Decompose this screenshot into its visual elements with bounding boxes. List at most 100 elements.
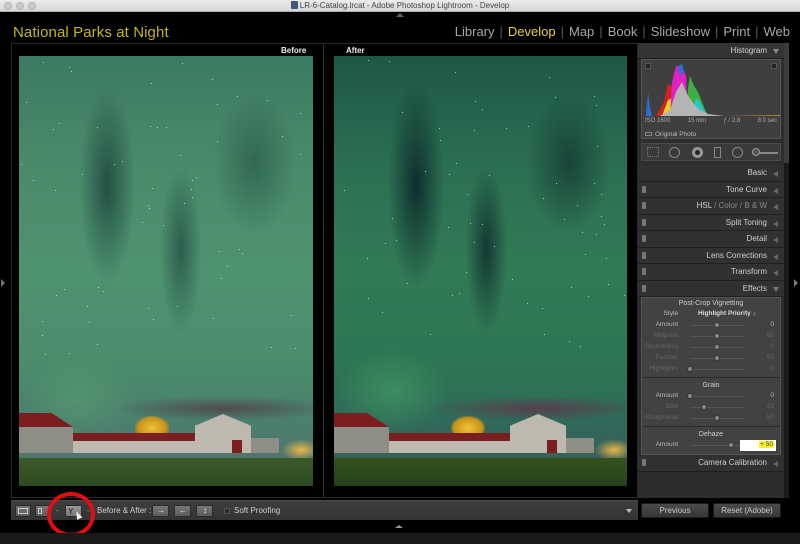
style-dropdown[interactable]: Highlight Priority ↕	[698, 310, 756, 317]
tab-hsl[interactable]: HSL	[697, 201, 712, 210]
barn-door	[547, 440, 557, 453]
histogram[interactable]: ISO 1600 15 mm ƒ / 2.8 8.0 sec Original …	[641, 59, 781, 139]
slider-track[interactable]	[690, 369, 744, 370]
original-photo-toggle[interactable]: Original Photo	[645, 131, 696, 138]
top-panel-toggle-arrow-icon[interactable]	[396, 13, 404, 17]
slider-thumb[interactable]	[687, 393, 693, 399]
spot-removal-tool-icon[interactable]	[669, 147, 680, 158]
panel-switch-icon[interactable]	[642, 235, 646, 242]
shadow-clipping-indicator[interactable]	[645, 63, 651, 69]
slider-value[interactable]: 0	[770, 392, 774, 399]
highlight-clipping-indicator[interactable]	[771, 63, 777, 69]
section-detail[interactable]: Detail	[638, 231, 784, 248]
aperture-value: ƒ / 2.8	[723, 118, 741, 124]
arrow-left-icon: ←	[179, 506, 187, 515]
star	[527, 126, 529, 128]
right-panel-scrollbar[interactable]	[784, 43, 789, 498]
module-map[interactable]: Map	[565, 24, 598, 39]
slider-value[interactable]: 50	[767, 414, 774, 421]
before-photo[interactable]	[19, 56, 313, 486]
red-eye-tool-icon[interactable]	[692, 147, 703, 158]
star	[449, 174, 451, 176]
panel-buttons: Previous Reset (Adobe)	[641, 503, 781, 518]
reset-button[interactable]: Reset (Adobe)	[713, 503, 781, 518]
panel-switch-icon[interactable]	[642, 459, 646, 466]
section-hsl-color-bw[interactable]: HSL / Color / B & W	[638, 198, 784, 215]
slider-value[interactable]: 50	[767, 354, 774, 361]
slider-track[interactable]	[690, 445, 744, 446]
swap-before-after-button[interactable]: ↕	[196, 505, 213, 517]
section-transform[interactable]: Transform	[638, 264, 784, 281]
module-slideshow[interactable]: Slideshow	[647, 24, 714, 39]
copy-before-to-after-button[interactable]: →	[152, 505, 169, 517]
soft-proofing-label[interactable]: Soft Proofing	[234, 506, 280, 515]
module-book[interactable]: Book	[604, 24, 642, 39]
star	[165, 126, 167, 128]
copy-after-to-before-button[interactable]: ←	[174, 505, 191, 517]
slider-value[interactable]: 0	[770, 365, 774, 372]
slider-value[interactable]: 0	[770, 321, 774, 328]
right-panel: Histogram ISO 1600 15 mm ƒ / 2.8 8.0 sec…	[638, 43, 784, 498]
star	[299, 112, 301, 114]
module-print[interactable]: Print	[719, 24, 754, 39]
panel-switch-icon[interactable]	[642, 251, 646, 259]
panel-switch-icon[interactable]	[642, 202, 646, 209]
tab-bw[interactable]: B & W	[744, 201, 767, 210]
slider-thumb[interactable]	[714, 355, 720, 361]
star	[176, 306, 178, 308]
star	[55, 294, 57, 296]
section-lens-corrections[interactable]: Lens Corrections	[638, 247, 784, 264]
slider-value[interactable]: 50	[767, 332, 774, 339]
loupe-view-button[interactable]	[15, 505, 31, 517]
section-split-toning[interactable]: Split Toning	[638, 214, 784, 231]
slider-label: Amount	[655, 392, 678, 399]
panel-switch-icon[interactable]	[642, 185, 646, 193]
expand-triangle-icon	[773, 237, 778, 243]
star	[191, 188, 193, 190]
slider-thumb[interactable]	[714, 322, 720, 328]
section-basic[interactable]: Basic	[638, 165, 784, 182]
slider-track[interactable]	[690, 407, 744, 408]
graduated-filter-tool-icon[interactable]	[714, 147, 721, 158]
scrollbar-thumb[interactable]	[784, 43, 789, 163]
after-photo[interactable]	[334, 56, 627, 486]
panel-switch-icon[interactable]	[642, 268, 646, 275]
star	[343, 189, 345, 191]
section-effects[interactable]: Effects	[638, 280, 784, 297]
star	[624, 295, 626, 297]
section-tone-curve[interactable]: Tone Curve	[638, 181, 784, 198]
soft-proofing-checkbox[interactable]	[224, 508, 230, 514]
slider-track[interactable]	[690, 396, 744, 397]
panel-switch-icon[interactable]	[642, 218, 646, 226]
slider-value[interactable]: 0	[770, 343, 774, 350]
style-label: Style	[663, 310, 678, 317]
expand-triangle-icon	[773, 204, 778, 210]
slider-thumb[interactable]	[714, 344, 720, 350]
module-develop[interactable]: Develop	[504, 24, 560, 39]
module-web[interactable]: Web	[760, 24, 795, 39]
toolbar-options-dropdown-icon[interactable]	[626, 509, 632, 513]
crop-overlay-tool-icon[interactable]	[647, 147, 659, 157]
histogram-header[interactable]: Histogram	[638, 43, 784, 59]
previous-button[interactable]: Previous	[641, 503, 709, 518]
tab-color[interactable]: Color	[719, 201, 738, 210]
slider-label: Feather	[655, 354, 678, 361]
slider-thumb[interactable]	[714, 333, 720, 339]
bottom-panel-toggle-arrow-icon[interactable]	[395, 525, 403, 528]
left-panel-toggle-arrow-icon[interactable]	[1, 279, 5, 287]
slider-thumb[interactable]	[727, 442, 734, 448]
section-camera-calibration[interactable]: Camera Calibration	[638, 455, 784, 472]
slider-value[interactable]: 25	[767, 403, 774, 410]
star	[192, 179, 194, 181]
panel-switch-icon[interactable]	[642, 284, 646, 292]
right-panel-toggle-arrow-icon[interactable]	[794, 279, 798, 287]
module-library[interactable]: Library	[451, 24, 499, 39]
slider-thumb[interactable]	[687, 366, 693, 372]
before-after-label: Before & After :	[97, 506, 152, 515]
slider-thumb[interactable]	[714, 415, 720, 421]
star	[466, 272, 468, 274]
radial-filter-tool-icon[interactable]	[732, 147, 743, 158]
slider-thumb[interactable]	[700, 404, 707, 410]
star	[588, 295, 590, 297]
dehaze-value-field[interactable]: + 50	[740, 440, 776, 451]
